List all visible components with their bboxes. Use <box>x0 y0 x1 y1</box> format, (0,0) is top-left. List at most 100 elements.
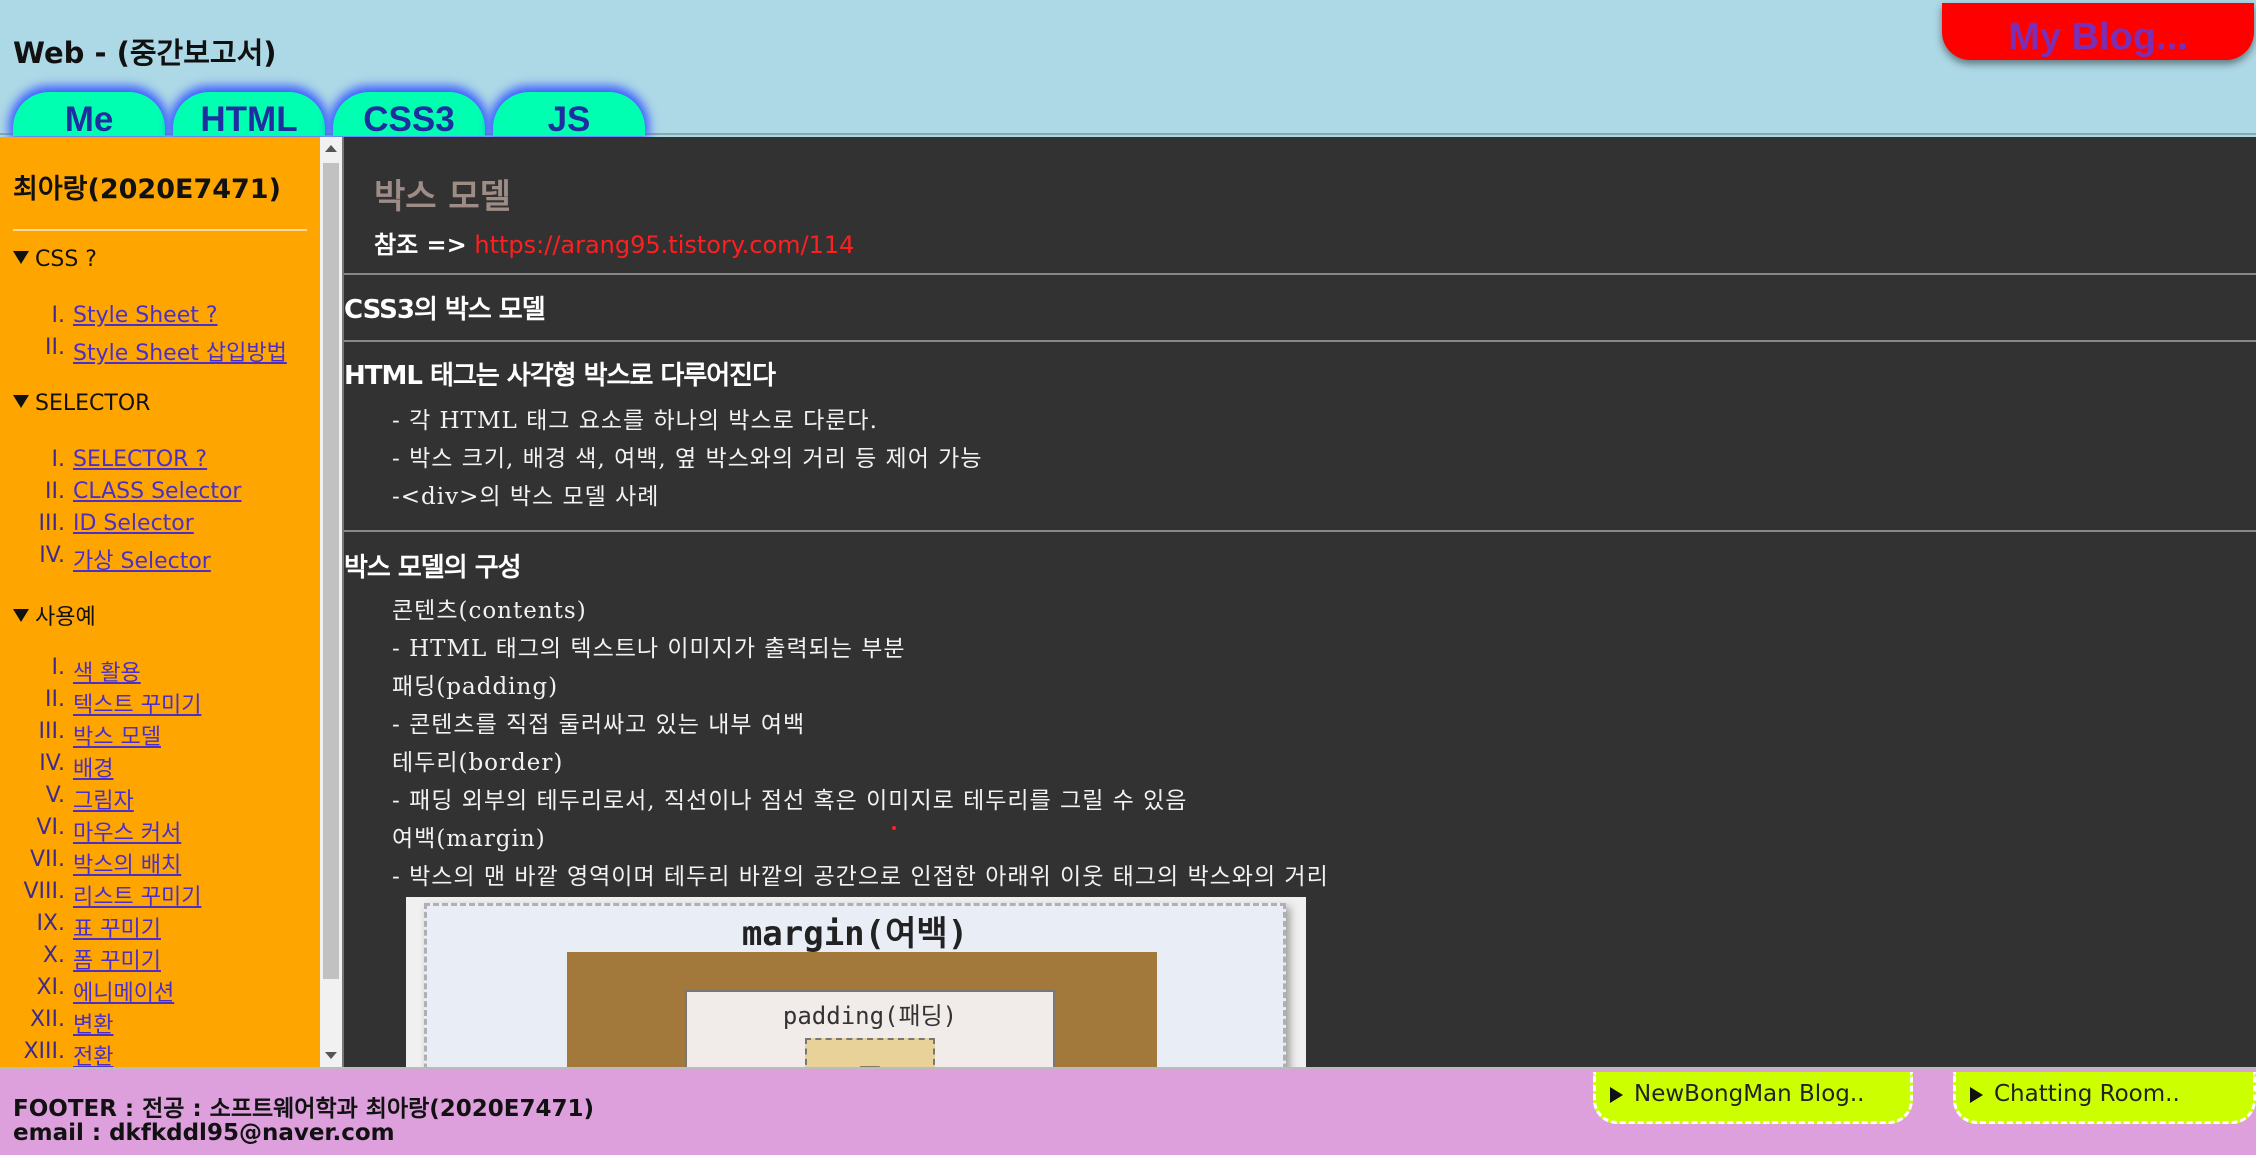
sidebar-item-transition: XIII. 전환 <box>0 1039 310 1067</box>
sidebar-item-animation: XI. 에니메이션 <box>0 975 310 1007</box>
sidebar-link-shadow[interactable]: 그림자 <box>73 783 134 815</box>
list-number: V. <box>45 783 65 808</box>
sidebar-item-class-selector: II. CLASS Selector <box>0 479 310 511</box>
list-number: XIII. <box>23 1039 65 1064</box>
chatting-room-button[interactable]: Chatting Room.. <box>1953 1072 2256 1124</box>
sidebar-divider <box>13 229 307 231</box>
sidebar-link-table[interactable]: 표 꾸미기 <box>73 911 161 943</box>
tab-js[interactable]: JS <box>493 92 645 136</box>
body-text-line: 여백(margin) <box>392 826 546 852</box>
list-number: I. <box>51 655 65 680</box>
disclosure-triangle-icon <box>13 251 29 264</box>
body-text-line: -<div>의 박스 모델 사례 <box>392 484 660 510</box>
sidebar-link-form[interactable]: 폼 꾸미기 <box>73 943 161 975</box>
sidebar-link-text[interactable]: 텍스트 꾸미기 <box>73 687 201 719</box>
body-text-line: 테두리(border) <box>392 750 564 776</box>
sidebar-item-list: VIII. 리스트 꾸미기 <box>0 879 310 911</box>
sidebar-link-pseudo-selector[interactable]: 가상 Selector <box>73 543 211 575</box>
tab-me[interactable]: Me <box>13 92 165 136</box>
body-text-line: 콘텐츠(contents) <box>392 598 587 624</box>
body-text-line: - 박스 크기, 배경 색, 여백, 옆 박스와의 거리 등 제어 가능 <box>392 446 983 472</box>
group-title-css: CSS ? <box>35 247 97 272</box>
list-number: II. <box>45 687 65 712</box>
sidebar-item-table: IX. 표 꾸미기 <box>0 911 310 943</box>
body-text-line: - 콘텐츠를 직접 둘러싸고 있는 내부 여백 <box>392 712 806 738</box>
page-title: 박스 모델 <box>374 177 511 217</box>
body-text-line: - 패딩 외부의 테두리로서, 직선이나 점선 혹은 이미지로 테두리를 그릴 … <box>392 788 1188 814</box>
sidebar-item-style-sheet: I. Style Sheet ? <box>0 303 310 335</box>
body-text-line: - 각 HTML 태그 요소를 하나의 박스로 다룬다. <box>392 408 878 434</box>
my-blog-button[interactable]: My Blog... <box>1942 3 2254 60</box>
list-number: IX. <box>36 911 65 936</box>
sidebar-link-box-layout[interactable]: 박스의 배치 <box>73 847 181 879</box>
chatting-room-label: Chatting Room.. <box>1994 1081 2180 1107</box>
divider <box>344 530 2256 532</box>
details-summary-selector[interactable]: SELECTOR <box>13 391 150 416</box>
details-summary-css[interactable]: CSS ? <box>13 247 97 272</box>
sidebar-link-transform[interactable]: 변환 <box>73 1007 113 1039</box>
sidebar-item-pseudo-selector: IV. 가상 Selector <box>0 543 310 575</box>
sidebar-item-selector: I. SELECTOR ? <box>0 447 310 479</box>
divider <box>344 340 2256 342</box>
footer: FOOTER : 전공 : 소프트웨어학과 최아랑(2020E7471) ema… <box>0 1067 2256 1155</box>
disclosure-triangle-icon <box>13 609 29 622</box>
sidebar-link-class-selector[interactable]: CLASS Selector <box>73 479 241 504</box>
sidebar-link-style-sheet-insert[interactable]: Style Sheet 삽입방법 <box>73 335 287 367</box>
sidebar-item-background: IV. 배경 <box>0 751 310 783</box>
sidebar-link-style-sheet[interactable]: Style Sheet ? <box>73 303 218 328</box>
sidebar-link-transition[interactable]: 전환 <box>73 1039 113 1067</box>
sidebar-item-form: X. 폼 꾸미기 <box>0 943 310 975</box>
section-heading-css3-box-model: CSS3의 박스 모델 <box>344 295 546 325</box>
newbongman-blog-button[interactable]: NewBongMan Blog.. <box>1593 1072 1913 1124</box>
red-dot <box>892 826 896 830</box>
list-number: I. <box>51 447 65 472</box>
sidebar-item-transform: XII. 변환 <box>0 1007 310 1039</box>
list-number: II. <box>45 335 65 360</box>
box-model-figure: margin(여백) padding(패딩) 콘 <box>406 897 1306 1067</box>
sidebar-link-animation[interactable]: 에니메이션 <box>73 975 174 1007</box>
sidebar-item-box-model: III. 박스 모델 <box>0 719 310 751</box>
sidebar-link-box-model[interactable]: 박스 모델 <box>73 719 161 751</box>
tab-html[interactable]: HTML <box>173 92 325 136</box>
reference-row: 참조 => https://arang95.tistory.com/114 <box>374 225 854 260</box>
reference-link[interactable]: https://arang95.tistory.com/114 <box>474 231 854 259</box>
sidebar-item-box-layout: VII. 박스의 배치 <box>0 847 310 879</box>
sidebar-item-color: I. 색 활용 <box>0 655 310 687</box>
sidebar-scrollbar[interactable] <box>320 137 342 1067</box>
list-number: VIII. <box>23 879 65 904</box>
list-number: VII. <box>29 847 65 872</box>
sidebar-link-background[interactable]: 배경 <box>73 751 113 783</box>
header: Web - (중간보고서) My Blog... Me HTML CSS3 JS <box>0 0 2256 136</box>
scroll-arrow-down-icon[interactable] <box>325 1052 337 1059</box>
list-number: III. <box>38 719 65 744</box>
list-number: IV. <box>39 751 65 776</box>
footer-email: email : dkfkddl95@naver.com <box>13 1120 395 1146</box>
main-content: 박스 모델 참조 => https://arang95.tistory.com/… <box>342 137 2256 1067</box>
sidebar-scrollbar-thumb[interactable] <box>323 163 339 979</box>
section-heading-html-box: HTML 태그는 사각형 박스로 다루어진다 <box>344 361 776 391</box>
list-number: IV. <box>39 543 65 568</box>
sidebar-link-list[interactable]: 리스트 꾸미기 <box>73 879 201 911</box>
list-number: XII. <box>29 1007 65 1032</box>
student-name: 최아랑(2020E7471) <box>13 174 281 205</box>
sidebar-item-shadow: V. 그림자 <box>0 783 310 815</box>
list-number: I. <box>51 303 65 328</box>
sidebar-item-id-selector: III. ID Selector <box>0 511 310 543</box>
list-number: X. <box>42 943 65 968</box>
sidebar-link-cursor[interactable]: 마우스 커서 <box>73 815 181 847</box>
divider <box>344 273 2256 275</box>
sidebar-link-selector[interactable]: SELECTOR ? <box>73 447 207 472</box>
scroll-arrow-up-icon[interactable] <box>325 145 337 152</box>
sidebar-item-cursor: VI. 마우스 커서 <box>0 815 310 847</box>
group-title-selector: SELECTOR <box>35 391 151 416</box>
body-text-line: - HTML 태그의 텍스트나 이미지가 출력되는 부분 <box>392 636 906 662</box>
sidebar-link-id-selector[interactable]: ID Selector <box>73 511 194 536</box>
details-summary-examples[interactable]: 사용예 <box>13 599 96 631</box>
sidebar-link-color[interactable]: 색 활용 <box>73 655 141 687</box>
sidebar-item-text: II. 텍스트 꾸미기 <box>0 687 310 719</box>
reference-label: 참조 => <box>374 231 467 259</box>
tab-css3[interactable]: CSS3 <box>333 92 485 136</box>
list-number: III. <box>38 511 65 536</box>
figure-border-area: padding(패딩) 콘 <box>567 952 1157 1067</box>
play-triangle-icon <box>1610 1087 1623 1103</box>
